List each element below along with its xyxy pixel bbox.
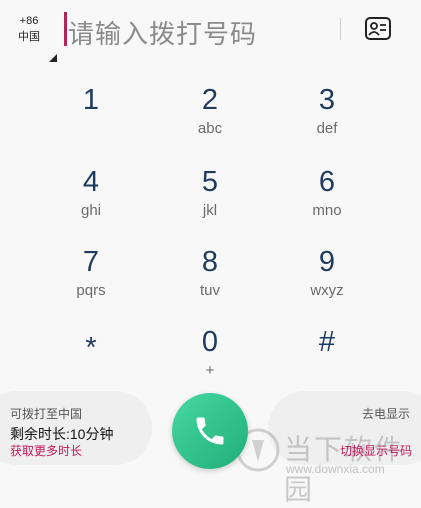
dropdown-triangle-icon[interactable] (49, 54, 57, 62)
key-letters: wxyz (310, 282, 344, 299)
key-6[interactable]: 6 mno (277, 166, 377, 220)
key-star[interactable]: * (41, 332, 141, 368)
get-more-time-link[interactable]: 获取更多时长 (10, 442, 82, 459)
contacts-button[interactable] (361, 12, 395, 46)
key-1[interactable]: 1 (41, 84, 141, 120)
contacts-card-icon (365, 17, 391, 40)
watermark-url: www.downxia.com (286, 462, 385, 476)
key-8[interactable]: 8 tuv (160, 246, 260, 300)
country-selector[interactable]: +86 中国 (14, 13, 44, 45)
key-digit: 9 (318, 246, 336, 278)
key-letters: ghi (80, 202, 102, 219)
key-5[interactable]: 5 jkl (160, 166, 260, 220)
caller-id-label: 去电显示 (362, 407, 411, 421)
key-digit: 4 (82, 166, 100, 198)
key-letters: tuv (199, 282, 220, 299)
key-letters: mno (312, 202, 342, 219)
key-letters: + (205, 362, 215, 379)
key-2[interactable]: 2 abc (160, 84, 260, 138)
number-input[interactable]: 请输入拨打号码 (68, 14, 257, 51)
key-letters: abc (197, 120, 223, 137)
country-name: 中国 (18, 31, 40, 43)
key-9[interactable]: 9 wxyz (277, 246, 377, 300)
dialer-header: +86 中国 请输入拨打号码 (0, 0, 421, 62)
key-digit: 7 (82, 246, 100, 278)
key-digit: 0 (201, 326, 219, 358)
key-0[interactable]: 0 + (160, 326, 260, 380)
key-hash[interactable]: # (277, 326, 377, 362)
key-digit: 5 (201, 166, 219, 198)
key-letters: pqrs (76, 282, 106, 299)
remaining-time: 剩余时长:10分钟 (10, 426, 114, 442)
key-digit: 8 (201, 246, 219, 278)
key-digit: 2 (201, 84, 219, 116)
key-letters: jkl (202, 202, 218, 219)
phone-icon (196, 417, 224, 445)
key-3[interactable]: 3 def (277, 84, 377, 138)
key-digit: 3 (318, 84, 336, 116)
country-code: +86 (19, 15, 39, 27)
key-digit: 1 (82, 84, 100, 116)
switch-number-link[interactable]: 切换显示号码 (340, 442, 412, 459)
text-cursor (64, 12, 67, 46)
key-7[interactable]: 7 pqrs (41, 246, 141, 300)
key-letters: def (316, 120, 338, 137)
divider (340, 18, 341, 40)
key-digit: # (318, 326, 336, 358)
call-button[interactable] (172, 393, 248, 469)
destination-label: 可拨打至中国 (10, 407, 83, 421)
key-digit: * (85, 332, 97, 364)
key-4[interactable]: 4 ghi (41, 166, 141, 220)
key-digit: 6 (318, 166, 336, 198)
